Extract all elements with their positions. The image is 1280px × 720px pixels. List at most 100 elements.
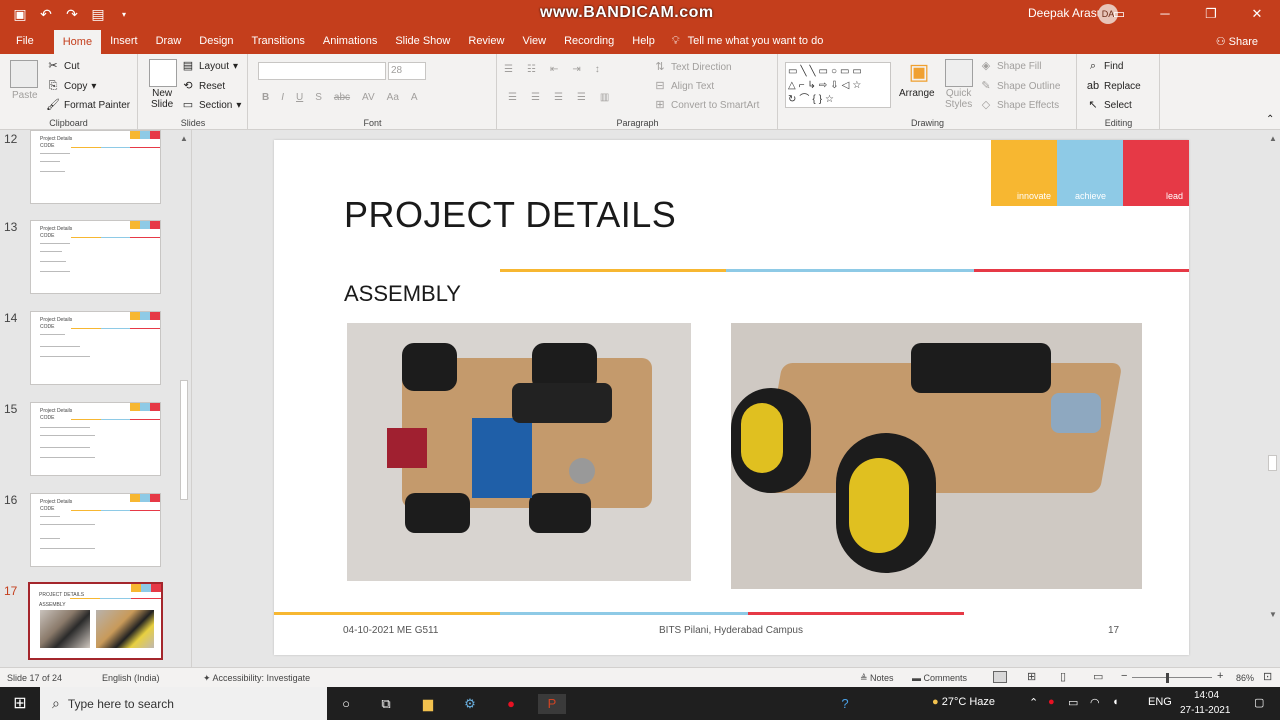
tell-me-box[interactable]: 💡︎ Tell me what you want to do — [664, 35, 823, 48]
tab-home[interactable]: Home — [53, 30, 102, 54]
customize-qat-icon[interactable]: ▾ — [114, 10, 134, 19]
undo-icon[interactable]: ↶ — [36, 6, 56, 23]
underline-button[interactable]: U — [296, 92, 303, 103]
tab-draw[interactable]: Draw — [147, 28, 191, 54]
cortana-icon[interactable]: ○ — [336, 694, 356, 714]
scroll-up-icon[interactable]: ▲ — [180, 134, 188, 143]
language-indicator[interactable]: English (India) — [102, 673, 160, 683]
task-view-icon[interactable]: ⧉ — [376, 694, 396, 714]
smartart-button[interactable]: ⊞ Convert to SmartArt — [653, 98, 759, 112]
decrease-indent-icon[interactable]: ⇤ — [550, 64, 558, 75]
zoom-slider-thumb[interactable] — [1166, 673, 1169, 683]
copy-button[interactable]: ⎘ Copy ▾ — [46, 79, 97, 93]
zoom-slider[interactable] — [1132, 677, 1212, 678]
font-color-button[interactable]: A — [411, 92, 418, 103]
slide-subtitle[interactable]: ASSEMBLY — [344, 281, 461, 307]
reset-button[interactable]: ⟲ Reset — [181, 79, 225, 93]
present-icon[interactable]: ▤ — [88, 6, 108, 23]
shapes-gallery[interactable]: ▭╲╲▭○▭▭ △⌐↳⇨⇩◁☆ ↻⌒{}☆ — [785, 62, 891, 108]
slide-thumbnail-selected[interactable]: PROJECT DETAILS ASSEMBLY — [28, 582, 163, 660]
slide-thumbnail[interactable]: Project Details CODE — [30, 311, 161, 385]
section-button[interactable]: ▭ Section ▾ — [181, 98, 242, 112]
thumbnail-row[interactable]: 13 Project Details CODE — [0, 220, 180, 300]
justify-icon[interactable]: ☰ — [577, 92, 586, 103]
replace-button[interactable]: ab Replace — [1086, 79, 1141, 93]
slide-canvas[interactable]: innovate achieve lead PROJECT DETAILS AS… — [274, 140, 1189, 655]
char-spacing-button[interactable]: AV — [362, 92, 375, 103]
line-spacing-icon[interactable]: ↕ — [595, 64, 600, 75]
tab-transitions[interactable]: Transitions — [243, 28, 314, 54]
bullets-icon[interactable]: ☰ — [504, 64, 513, 75]
volume-icon[interactable]: ◖ — [1112, 696, 1119, 708]
network-app-icon[interactable]: ⚙ — [460, 694, 480, 714]
battery-icon[interactable]: ▭ — [1068, 696, 1078, 709]
shape-effects-button[interactable]: ◇ Shape Effects — [979, 98, 1059, 112]
slide-thumbnail[interactable]: Project Details CODE — [30, 130, 161, 204]
select-button[interactable]: ↖ Select — [1086, 98, 1131, 112]
accessibility-status[interactable]: ✦ Accessibility: Investigate — [203, 673, 310, 684]
cut-button[interactable]: ✂ Cut — [46, 59, 79, 73]
slide-thumbnail[interactable]: Project Details CODE — [30, 220, 161, 294]
tab-animations[interactable]: Animations — [314, 28, 386, 54]
strikethrough-button[interactable]: abc — [334, 92, 350, 103]
help-icon[interactable]: ? — [835, 694, 855, 714]
language-tray[interactable]: ENG — [1148, 696, 1172, 708]
align-center-icon[interactable]: ☰ — [531, 92, 540, 103]
weather-widget[interactable]: ● 27°C Haze — [932, 696, 995, 708]
comments-button[interactable]: ▬ Comments — [912, 673, 967, 683]
redo-icon[interactable]: ↷ — [62, 6, 82, 23]
editor-scroll-thumb[interactable] — [1268, 455, 1277, 471]
tab-view[interactable]: View — [513, 28, 555, 54]
tab-help[interactable]: Help — [623, 28, 664, 54]
fit-slide-icon[interactable]: ⊡ — [1263, 670, 1272, 683]
tab-file[interactable]: File — [0, 28, 54, 54]
collapse-ribbon-icon[interactable]: ⌃ — [1266, 114, 1274, 125]
increase-indent-icon[interactable]: ⇥ — [572, 64, 580, 75]
align-left-icon[interactable]: ☰ — [508, 92, 517, 103]
thumbnail-row[interactable]: 12 Project Details CODE — [0, 130, 180, 212]
arrange-button[interactable]: Arrange — [899, 88, 935, 99]
font-name-box[interactable] — [258, 62, 386, 80]
robot-car-photo-top-view[interactable] — [347, 323, 691, 581]
thumbnail-row-selected[interactable]: 17 PROJECT DETAILS ASSEMBLY — [0, 582, 180, 664]
clock-time[interactable]: 14:04 — [1194, 690, 1219, 701]
bold-button[interactable]: B — [262, 92, 269, 103]
file-explorer-icon[interactable]: ▆ — [418, 694, 438, 714]
normal-view-icon[interactable] — [993, 671, 1007, 683]
tab-design[interactable]: Design — [190, 28, 242, 54]
arrange-icon[interactable]: ▣ — [905, 59, 933, 87]
powerpoint-taskbar-icon[interactable]: P — [538, 694, 566, 714]
show-hidden-icons-icon[interactable]: ⌃ — [1029, 696, 1038, 709]
numbering-icon[interactable]: ☷ — [527, 64, 536, 75]
tab-recording[interactable]: Recording — [555, 28, 623, 54]
taskbar-search-box[interactable]: ⌕ Type here to search — [40, 687, 327, 720]
paste-icon[interactable] — [10, 60, 38, 88]
thumbnail-row[interactable]: 14 Project Details CODE — [0, 311, 180, 391]
zoom-level[interactable]: 86% — [1236, 673, 1254, 683]
user-name[interactable]: Deepak Arasu — [1028, 6, 1103, 20]
notifications-icon[interactable]: ▢ — [1254, 696, 1264, 709]
thumbnail-row[interactable]: 16 Project Details CODE — [0, 493, 180, 573]
italic-button[interactable]: I — [281, 92, 284, 103]
bandicam-taskbar-icon[interactable]: ● — [501, 694, 521, 714]
align-right-icon[interactable]: ☰ — [554, 92, 563, 103]
shape-fill-button[interactable]: ◈ Shape Fill — [979, 59, 1042, 73]
slide-thumbnail[interactable]: Project Details CODE — [30, 402, 161, 476]
shadow-button[interactable]: S — [315, 92, 322, 103]
share-button[interactable]: ⚇ Share — [1216, 35, 1258, 48]
reading-view-icon[interactable]: ▯ — [1060, 670, 1066, 683]
quick-styles-button[interactable]: Quick Styles — [945, 88, 972, 110]
clock-date[interactable]: 27-11-2021 — [1180, 705, 1230, 716]
tab-review[interactable]: Review — [459, 28, 513, 54]
thumbnail-scrollbar[interactable]: ▲ — [178, 130, 190, 667]
zoom-out-button[interactable]: − — [1121, 670, 1127, 682]
editor-scrollbar[interactable]: ▲ ▼ — [1266, 130, 1280, 667]
scrollbar-thumb[interactable] — [180, 380, 188, 500]
close-button[interactable]: ✕ — [1234, 0, 1280, 28]
slideshow-view-icon[interactable]: ▭ — [1093, 670, 1103, 683]
shape-outline-button[interactable]: ✎ Shape Outline — [979, 79, 1060, 93]
windows-start-icon[interactable]: ⊞ — [10, 694, 30, 714]
wifi-icon[interactable]: ◠ — [1090, 696, 1100, 709]
slide-sorter-icon[interactable]: ⊞ — [1027, 670, 1036, 683]
minimize-button[interactable]: ─ — [1142, 0, 1188, 28]
